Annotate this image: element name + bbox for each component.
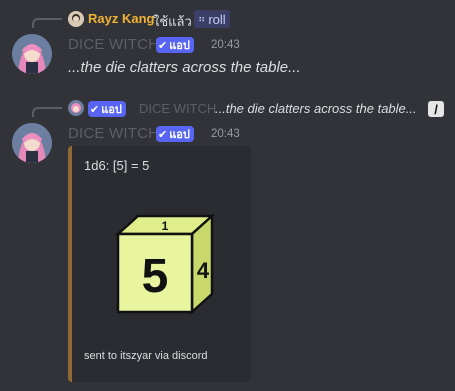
- reply-connector: [32, 107, 62, 117]
- die-top-face: 1: [162, 219, 169, 233]
- checkmark-icon: ✔: [158, 39, 168, 52]
- reply-author[interactable]: Rayz Kang: [88, 11, 154, 26]
- reply-content[interactable]: ...the die clatters across the table...: [215, 101, 417, 116]
- command-chip[interactable]: ⠶ roll: [194, 10, 230, 28]
- checkmark-icon: ✔: [158, 128, 168, 141]
- app-badge: ✔ แอป: [156, 37, 194, 53]
- avatar[interactable]: [12, 123, 52, 163]
- reply-author[interactable]: DICE WITCH: [139, 101, 216, 116]
- reply-connector: [32, 18, 62, 28]
- die-front-face: 5: [142, 250, 169, 303]
- embed-title: 1d6: [5] = 5: [84, 158, 150, 173]
- command-name: roll: [208, 11, 226, 27]
- die-image: 1 5 4: [114, 213, 216, 315]
- app-badge: ✔ แอป: [88, 101, 126, 117]
- roll-embed: 1d6: [5] = 5 1 5 4 sent to itszyar via d…: [68, 146, 251, 382]
- slash-command-icon: ⠶: [198, 13, 206, 25]
- message-author[interactable]: DICE WITCH: [68, 125, 159, 142]
- reply-avatar[interactable]: [68, 11, 84, 27]
- message-author[interactable]: DICE WITCH: [68, 36, 159, 53]
- app-badge: ✔ แอป: [156, 126, 194, 142]
- embed-footer: sent to itszyar via discord: [84, 350, 208, 362]
- reply-action: ใช้แล้ว: [153, 14, 192, 29]
- avatar[interactable]: [12, 34, 52, 74]
- message-content: ...the die clatters across the table...: [68, 59, 301, 76]
- timestamp[interactable]: 20:43: [211, 39, 240, 51]
- checkmark-icon: ✔: [90, 103, 100, 116]
- die-side-face: 4: [197, 258, 210, 283]
- slash-icon: /: [428, 101, 444, 117]
- reply-avatar[interactable]: [68, 100, 84, 116]
- timestamp[interactable]: 20:43: [211, 128, 240, 140]
